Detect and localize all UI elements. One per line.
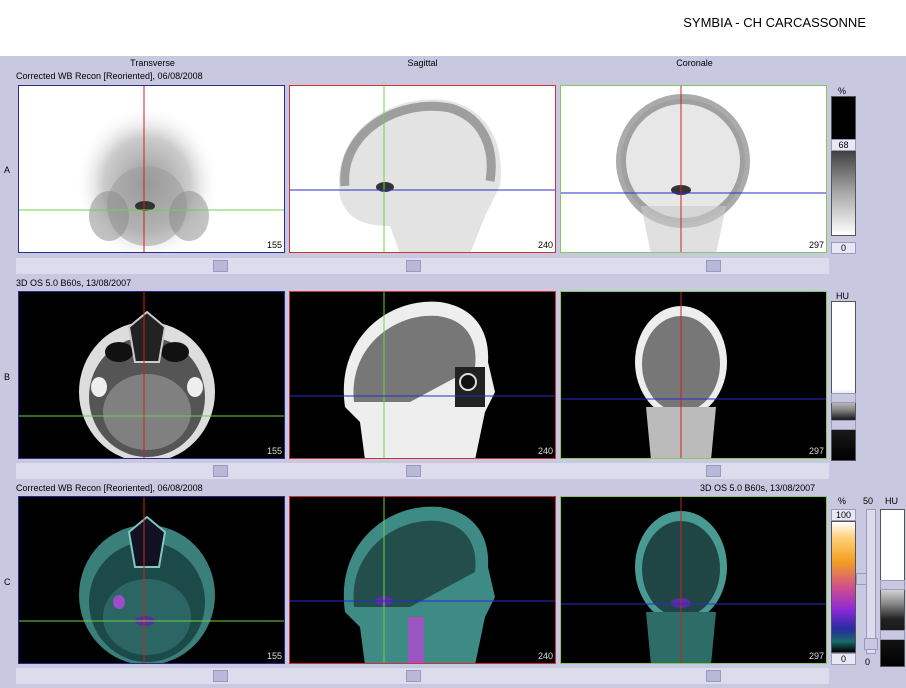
row-a-label: A — [4, 165, 11, 175]
ct-grayscale-bar[interactable] — [831, 301, 856, 461]
pet-sagittal-image — [290, 86, 555, 252]
pet-scale-unit: % — [838, 86, 847, 96]
pet-scale-min[interactable]: 0 — [831, 242, 856, 254]
fusion-ct-scale-unit: HU — [885, 496, 898, 506]
pet-coronal-view[interactable]: 297 — [560, 85, 827, 253]
ct-window-upper-handle[interactable] — [831, 393, 856, 403]
coronal-slice-slider[interactable] — [706, 465, 721, 477]
row-a-series-info: Corrected WB Recon [Reoriented], 06/08/2… — [16, 71, 203, 81]
coronal-slice-slider[interactable] — [706, 260, 721, 272]
row-b-label: B — [4, 372, 11, 382]
fusion-coronal-image — [561, 497, 826, 663]
fusion-transverse-view[interactable]: 155 — [18, 496, 285, 664]
row-c-label: C — [4, 577, 11, 587]
sagittal-slice-slider[interactable] — [406, 465, 421, 477]
pet-transverse-image — [19, 86, 284, 252]
transverse-slice-slider[interactable] — [213, 260, 228, 272]
row-c-slice-scrollbar[interactable] — [16, 668, 829, 684]
fusion-scale-unit: % — [838, 496, 847, 506]
slice-number: 240 — [537, 240, 553, 250]
ct-transverse-image — [19, 292, 284, 458]
row-c-series-info-ct: 3D OS 5.0 B60s, 13/08/2007 — [700, 483, 816, 493]
slice-number: 297 — [808, 651, 824, 661]
ct-scale-unit: HU — [836, 291, 849, 301]
blend-slider-handle[interactable] — [864, 638, 878, 650]
column-header-sagittal: Sagittal — [407, 58, 438, 68]
slice-number: 155 — [266, 240, 282, 250]
slice-number: 155 — [266, 446, 282, 456]
fusion-sagittal-view[interactable]: 240 — [289, 496, 556, 664]
slice-number: 240 — [537, 651, 553, 661]
ct-coronal-image — [561, 292, 826, 458]
ct-transverse-view[interactable]: 155 — [18, 291, 285, 459]
slice-number: 240 — [537, 446, 553, 456]
transverse-slice-slider[interactable] — [213, 465, 228, 477]
sagittal-slice-slider[interactable] — [406, 260, 421, 272]
blend-slider-track[interactable] — [866, 509, 876, 654]
ct-coronal-view[interactable]: 297 — [560, 291, 827, 459]
fusion-scale-max[interactable]: 100 — [831, 509, 856, 521]
fusion-transverse-image — [19, 497, 284, 663]
slice-number: 155 — [266, 651, 282, 661]
pet-grayscale-bar[interactable] — [831, 96, 856, 236]
blend-scale-min: 0 — [865, 657, 871, 667]
window-title: SYMBIA - CH CARCASSONNE — [683, 15, 866, 30]
fusion-sagittal-image — [290, 497, 555, 663]
row-b-series-info: 3D OS 5.0 B60s, 13/08/2007 — [16, 278, 132, 288]
fusion-color-bar[interactable] — [831, 521, 856, 653]
pet-coronal-image — [561, 86, 826, 252]
column-header-coronal: Coronale — [676, 58, 713, 68]
slice-number: 297 — [808, 446, 824, 456]
ct-sagittal-image — [290, 292, 555, 458]
ct-sagittal-view[interactable]: 240 — [289, 291, 556, 459]
row-b-slice-scrollbar[interactable] — [16, 463, 829, 479]
column-header-transverse: Transverse — [130, 58, 175, 68]
row-a-slice-scrollbar[interactable] — [16, 258, 829, 274]
fusion-ct-lower-handle[interactable] — [880, 630, 905, 640]
blend-scale-max: 50 — [863, 496, 874, 506]
slice-number: 297 — [808, 240, 824, 250]
ct-window-lower-handle[interactable] — [831, 420, 856, 430]
fusion-scale-min[interactable]: 0 — [831, 653, 856, 665]
pet-scale-max[interactable]: 68 — [831, 139, 856, 151]
pet-sagittal-view[interactable]: 240 — [289, 85, 556, 253]
fusion-ct-upper-handle[interactable] — [880, 580, 905, 590]
coronal-slice-slider[interactable] — [706, 670, 721, 682]
row-c-series-info-pet: Corrected WB Recon [Reoriented], 06/08/2… — [16, 483, 203, 493]
title-bar: SYMBIA - CH CARCASSONNE — [0, 0, 906, 56]
pet-transverse-view[interactable]: 155 — [18, 85, 285, 253]
sagittal-slice-slider[interactable] — [406, 670, 421, 682]
fusion-coronal-view[interactable]: 297 — [560, 496, 827, 664]
transverse-slice-slider[interactable] — [213, 670, 228, 682]
